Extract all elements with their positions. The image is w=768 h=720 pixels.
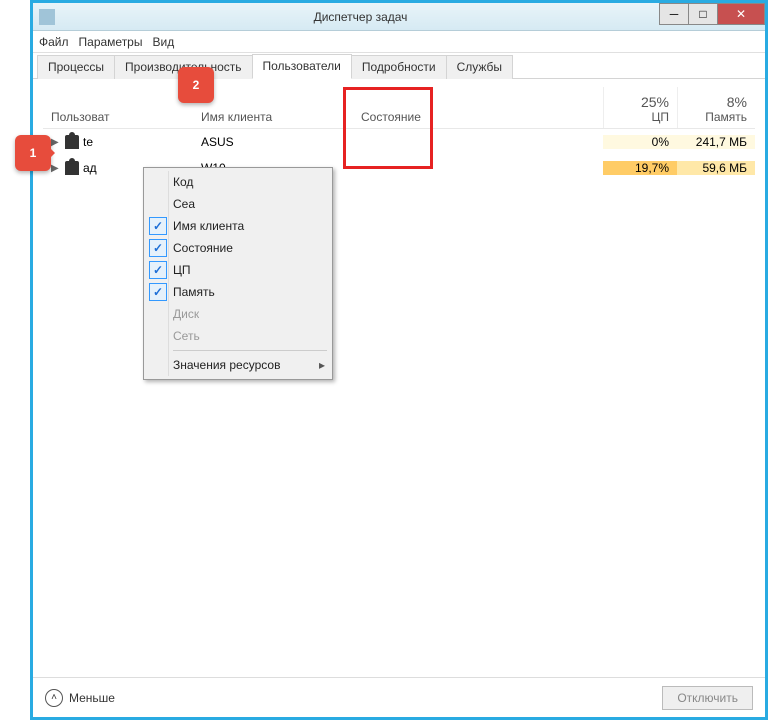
annotation-callout-2: 2 bbox=[178, 67, 214, 103]
cell-mem: 241,7 МБ bbox=[677, 135, 755, 149]
tab-users[interactable]: Пользователи bbox=[252, 54, 352, 79]
window-controls: ─ □ ✕ bbox=[660, 3, 765, 30]
tabbar: Процессы Производительность Пользователи… bbox=[33, 53, 765, 79]
menubar: Файл Параметры Вид bbox=[33, 31, 765, 53]
minimize-button[interactable]: ─ bbox=[659, 3, 689, 25]
fewer-details-button[interactable]: ˄ Меньше bbox=[45, 689, 115, 707]
expand-icon[interactable]: ▶ bbox=[51, 137, 61, 148]
annotation-callout-1: 1 bbox=[15, 135, 51, 171]
close-button[interactable]: ✕ bbox=[717, 3, 765, 25]
task-manager-window: Диспетчер задач ─ □ ✕ Файл Параметры Вид… bbox=[30, 0, 768, 720]
check-icon: ✓ bbox=[149, 283, 167, 301]
cell-mem: 59,6 МБ bbox=[677, 161, 755, 175]
tab-details[interactable]: Подробности bbox=[351, 55, 447, 79]
menu-item-client-name[interactable]: ✓ Имя клиента bbox=[147, 215, 329, 237]
check-icon: ✓ bbox=[149, 261, 167, 279]
menu-file[interactable]: Файл bbox=[39, 35, 69, 49]
titlebar: Диспетчер задач ─ □ ✕ bbox=[33, 3, 765, 31]
menu-item-session[interactable]: Сеа bbox=[147, 193, 329, 215]
header-cpu[interactable]: 25% ЦП bbox=[603, 87, 677, 128]
check-icon: ✓ bbox=[149, 217, 167, 235]
menu-item-network: Сеть bbox=[147, 325, 329, 347]
window-title: Диспетчер задач bbox=[61, 10, 660, 24]
menu-view[interactable]: Вид bbox=[152, 35, 174, 49]
table-row[interactable]: ▶ te ASUS 0% 241,7 МБ bbox=[43, 129, 755, 155]
header-memory[interactable]: 8% Память bbox=[677, 87, 755, 128]
menu-item-disk: Диск bbox=[147, 303, 329, 325]
tab-processes[interactable]: Процессы bbox=[37, 55, 115, 79]
header-user[interactable]: Пользоват bbox=[43, 87, 193, 128]
cell-user: ▶ te bbox=[43, 135, 193, 149]
submenu-arrow-icon: ▸ bbox=[319, 358, 325, 372]
chevron-up-icon: ˄ bbox=[45, 689, 63, 707]
menu-separator bbox=[173, 350, 327, 351]
content-area: 1 Пользоват Имя клиента Состояние 25% ЦП… bbox=[33, 79, 765, 675]
menu-options[interactable]: Параметры bbox=[79, 35, 143, 49]
expand-icon[interactable]: ▶ bbox=[51, 163, 61, 174]
cell-cpu: 0% bbox=[603, 135, 677, 149]
cell-client: ASUS bbox=[193, 135, 353, 149]
disconnect-button[interactable]: Отключить bbox=[662, 686, 753, 710]
check-icon: ✓ bbox=[149, 239, 167, 257]
header-client[interactable]: Имя клиента bbox=[193, 87, 353, 128]
tab-services[interactable]: Службы bbox=[446, 55, 513, 79]
menu-item-state[interactable]: ✓ Состояние bbox=[147, 237, 329, 259]
menu-item-cpu[interactable]: ✓ ЦП bbox=[147, 259, 329, 281]
app-icon bbox=[39, 9, 55, 25]
column-context-menu: Код Сеа ✓ Имя клиента ✓ Состояние ✓ ЦП ✓… bbox=[143, 167, 333, 380]
cell-cpu: 19,7% bbox=[603, 161, 677, 175]
maximize-button[interactable]: □ bbox=[688, 3, 718, 25]
menu-item-code[interactable]: Код bbox=[147, 171, 329, 193]
user-icon bbox=[65, 161, 79, 175]
menu-item-memory[interactable]: ✓ Память bbox=[147, 281, 329, 303]
menu-item-resource-values[interactable]: Значения ресурсов ▸ bbox=[147, 354, 329, 376]
footer: ˄ Меньше Отключить bbox=[33, 677, 765, 717]
user-icon bbox=[65, 135, 79, 149]
